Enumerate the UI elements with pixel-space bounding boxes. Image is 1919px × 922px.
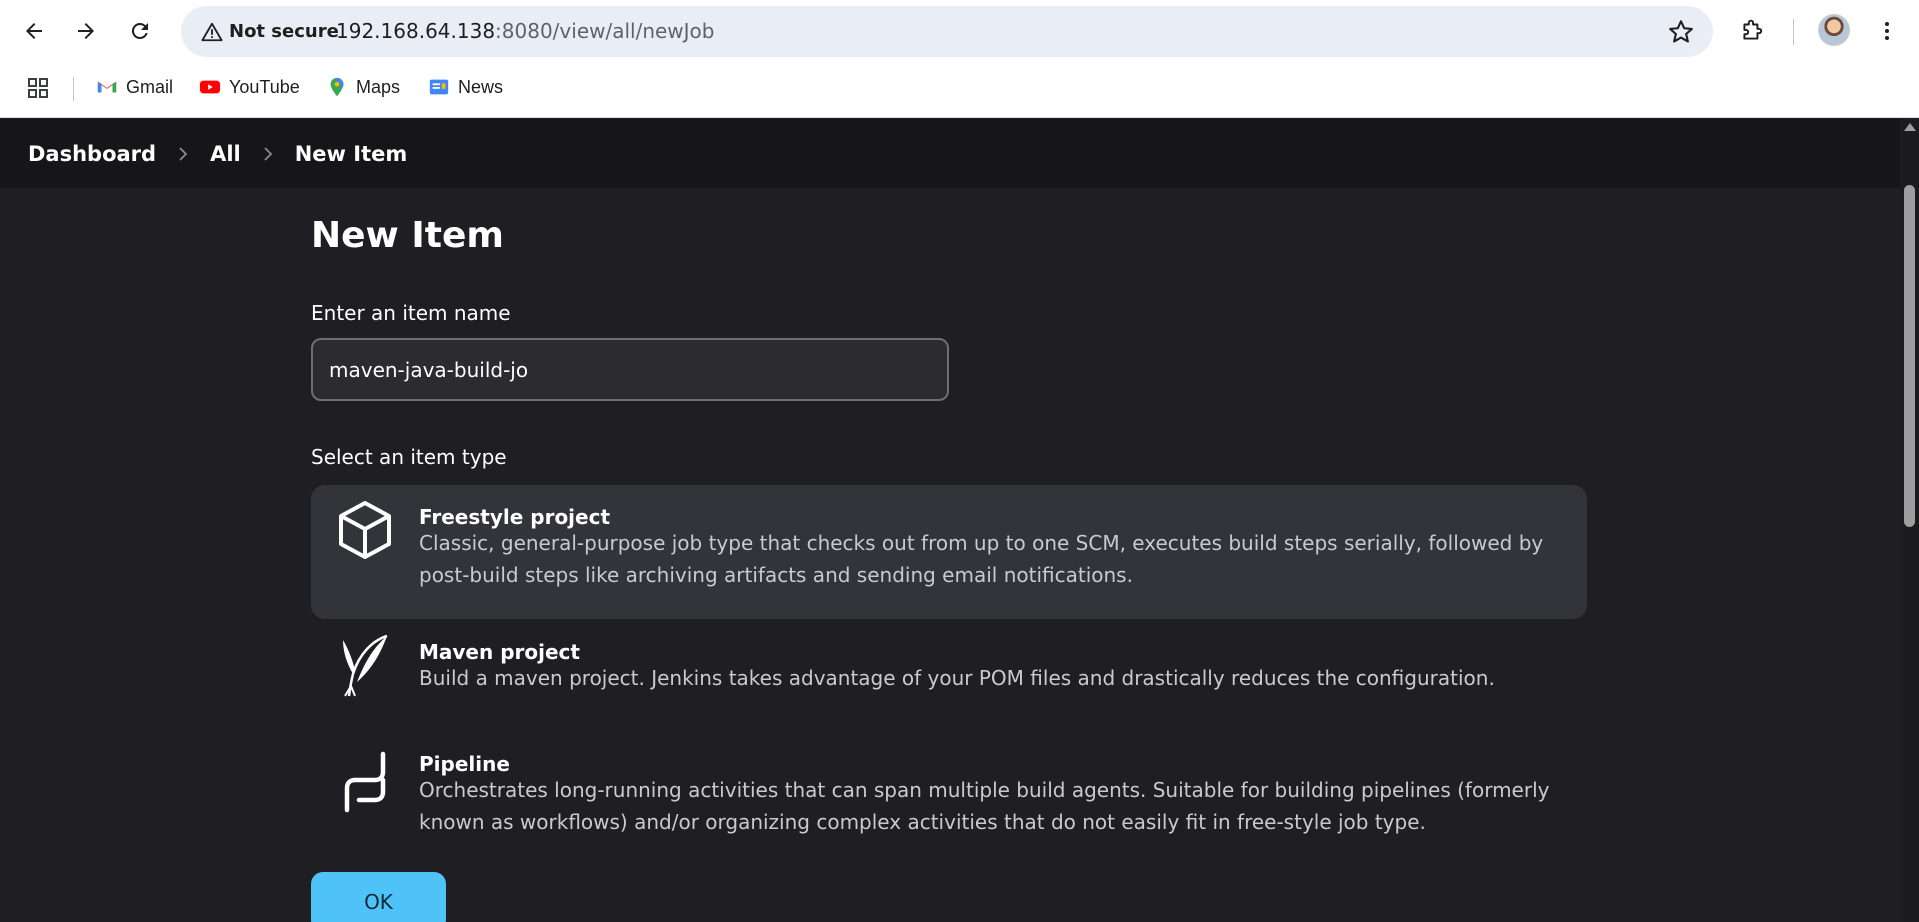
- warning-triangle-icon: [201, 22, 223, 41]
- main-content: New Item Enter an item name Select an it…: [0, 188, 1900, 922]
- breadcrumb-new-item[interactable]: New Item: [295, 142, 408, 166]
- apps-grid-icon[interactable]: [26, 76, 50, 100]
- item-title: Pipeline: [419, 752, 510, 776]
- bookmarks-divider: [73, 77, 74, 101]
- item-type-freestyle[interactable]: Freestyle project Classic, general-purpo…: [311, 485, 1587, 619]
- security-label: Not secure: [229, 21, 339, 42]
- breadcrumb-separator: [156, 146, 210, 162]
- security-chip[interactable]: Not secure: [193, 16, 349, 47]
- item-type-label: Select an item type: [311, 445, 507, 469]
- freestyle-cube-icon: [339, 501, 391, 559]
- bookmark-gmail[interactable]: Gmail: [96, 70, 173, 104]
- item-type-pipeline[interactable]: Pipeline Orchestrates long-running activ…: [311, 740, 1587, 850]
- scroll-thumb[interactable]: [1904, 185, 1915, 527]
- bookmark-maps[interactable]: Maps: [326, 70, 400, 104]
- maps-icon: [330, 77, 344, 97]
- url-text[interactable]: 192.168.64.138:8080/view/all/newJob: [336, 6, 715, 57]
- chevron-right-icon: [179, 146, 188, 161]
- maven-feather-icon: [343, 634, 388, 697]
- bookmark-label: Maps: [356, 76, 401, 97]
- breadcrumb-all[interactable]: All: [210, 142, 241, 166]
- item-type-maven[interactable]: Maven project Build a maven project. Jen…: [311, 628, 1587, 728]
- reload-icon: [131, 22, 148, 39]
- toolbar-divider: [1793, 19, 1794, 45]
- browser-menu-button[interactable]: [1872, 13, 1902, 49]
- pipeline-icon: [344, 751, 386, 813]
- item-description: Orchestrates long-running activities tha…: [419, 778, 1550, 834]
- bookmark-label: Gmail: [126, 76, 174, 97]
- item-description: Classic, general-purpose job type that c…: [419, 531, 1544, 587]
- bookmark-label: YouTube: [229, 76, 300, 97]
- page-scrollbar[interactable]: [1900, 119, 1919, 922]
- url-path: :8080/view/all/newJob: [495, 19, 715, 43]
- item-description: Build a maven project. Jenkins takes adv…: [419, 666, 1495, 690]
- reload-button[interactable]: [120, 11, 160, 51]
- item-title: Freestyle project: [419, 505, 611, 529]
- breadcrumb: Dashboard All New Item: [0, 119, 1900, 188]
- url-host: 192.168.64.138: [336, 19, 496, 43]
- forward-button[interactable]: [66, 11, 106, 51]
- youtube-icon: [199, 80, 221, 94]
- puzzle-icon: [1743, 19, 1763, 40]
- extensions-button[interactable]: [1734, 13, 1770, 49]
- scroll-up-arrow-icon[interactable]: [1904, 123, 1916, 131]
- bookmark-news[interactable]: News: [428, 70, 503, 104]
- breadcrumb-separator: [241, 146, 295, 162]
- item-name-input[interactable]: [311, 338, 949, 401]
- more-vertical-icon: [1885, 22, 1889, 40]
- arrow-left-icon: [26, 23, 42, 39]
- item-name-label: Enter an item name: [311, 301, 511, 325]
- bottom-fade: [290, 850, 1610, 922]
- bookmark-youtube[interactable]: YouTube: [199, 70, 300, 104]
- chevron-right-icon: [264, 146, 273, 161]
- page-title: New Item: [311, 215, 504, 256]
- arrow-right-icon: [78, 23, 94, 39]
- bookmark-label: News: [458, 76, 504, 97]
- gmail-icon: [97, 81, 117, 93]
- bookmarks-bar: Gmail YouTube Maps News: [0, 66, 1919, 108]
- profile-avatar[interactable]: [1818, 14, 1850, 46]
- breadcrumb-dashboard[interactable]: Dashboard: [28, 142, 156, 166]
- back-button[interactable]: [14, 11, 54, 51]
- ok-button[interactable]: OK: [311, 872, 446, 922]
- browser-chrome: Not secure 192.168.64.138:8080/view/all/…: [0, 0, 1919, 118]
- item-title: Maven project: [419, 640, 580, 664]
- address-bar[interactable]: Not secure 192.168.64.138:8080/view/all/…: [181, 6, 1713, 57]
- news-icon: [429, 79, 449, 95]
- bookmark-star-icon[interactable]: [1667, 18, 1695, 46]
